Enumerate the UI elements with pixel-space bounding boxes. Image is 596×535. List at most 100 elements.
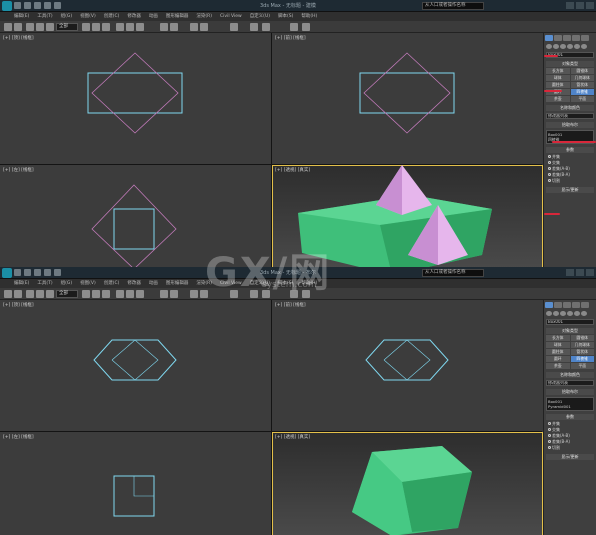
radio-icon[interactable] xyxy=(548,167,551,170)
link-icon[interactable] xyxy=(26,23,34,31)
menu-item[interactable]: Civil View xyxy=(220,12,242,21)
stack-item[interactable]: Pyramid001 xyxy=(548,404,592,409)
menu-item[interactable]: 创建(C) xyxy=(104,279,120,288)
modifier-list-dropdown[interactable]: 修改器列表 xyxy=(546,380,594,386)
hierarchy-tab-icon[interactable] xyxy=(563,35,571,41)
pick-boolean-header[interactable]: 拾取布尔 xyxy=(546,122,594,128)
select-by-name-icon[interactable] xyxy=(92,23,100,31)
align-icon[interactable] xyxy=(200,290,208,298)
app-logo-icon[interactable] xyxy=(2,268,12,278)
rect-select-icon[interactable] xyxy=(102,23,110,31)
pyramid-wireframe[interactable] xyxy=(91,52,179,134)
box-wireframe[interactable] xyxy=(87,72,183,114)
helpers-icon[interactable] xyxy=(574,44,580,49)
viewport-left[interactable]: [+] [左] [线框] xyxy=(0,432,271,535)
open-file-icon[interactable] xyxy=(24,2,31,9)
display-tab-icon[interactable] xyxy=(581,35,589,41)
pick-boolean-header[interactable]: 拾取布尔 xyxy=(546,389,594,395)
object-button[interactable]: 球体 xyxy=(546,342,570,348)
menu-item[interactable]: 动画 xyxy=(149,279,158,288)
scale-icon[interactable] xyxy=(136,23,144,31)
select-icon[interactable] xyxy=(82,23,90,31)
menu-item[interactable]: 编辑(E) xyxy=(14,279,29,288)
material-editor-icon[interactable] xyxy=(262,23,270,31)
scale-icon[interactable] xyxy=(136,290,144,298)
radio-icon[interactable] xyxy=(548,422,551,425)
move-icon[interactable] xyxy=(116,23,124,31)
bind-icon[interactable] xyxy=(46,290,54,298)
object-button[interactable]: 茶壶 xyxy=(546,96,570,102)
menu-item[interactable]: 组(G) xyxy=(61,279,73,288)
radio-icon[interactable] xyxy=(548,179,551,182)
maximize-icon[interactable] xyxy=(576,269,584,276)
maximize-icon[interactable] xyxy=(576,2,584,9)
object-button[interactable]: 圆锥体 xyxy=(570,68,594,74)
parameters-header[interactable]: 参数 xyxy=(546,147,594,153)
select-by-name-icon[interactable] xyxy=(92,290,100,298)
create-tab-icon[interactable] xyxy=(545,302,553,308)
create-tab-icon[interactable] xyxy=(545,35,553,41)
minimize-icon[interactable] xyxy=(566,269,574,276)
radio-icon[interactable] xyxy=(548,446,551,449)
redo-icon[interactable] xyxy=(54,2,61,9)
name-color-header[interactable]: 名称和颜色 xyxy=(546,105,594,111)
radio-option[interactable]: 切割 xyxy=(544,178,596,184)
menu-item[interactable]: Civil View xyxy=(220,279,242,288)
cameras-icon[interactable] xyxy=(567,311,573,316)
parameters-header[interactable]: 参数 xyxy=(546,414,594,420)
object-button[interactable]: 茶壶 xyxy=(546,363,570,369)
menu-item[interactable]: 视图(V) xyxy=(80,279,96,288)
mirror-icon[interactable] xyxy=(190,290,198,298)
close-icon[interactable] xyxy=(586,2,594,9)
render-setup-icon[interactable] xyxy=(290,23,298,31)
object-button[interactable]: 圆柱体 xyxy=(546,349,570,355)
pyramid-button[interactable]: 四棱锥 xyxy=(570,89,594,95)
undo-icon[interactable] xyxy=(4,23,12,31)
object-button[interactable]: 平面 xyxy=(570,96,594,102)
object-button[interactable]: 管状体 xyxy=(570,82,594,88)
box-wireframe[interactable] xyxy=(359,72,455,114)
snap-icon[interactable] xyxy=(160,23,168,31)
shapes-icon[interactable] xyxy=(553,44,559,49)
spacewarps-icon[interactable] xyxy=(581,311,587,316)
pyramid-wireframe[interactable] xyxy=(363,52,451,134)
menu-item[interactable]: 编辑(E) xyxy=(14,12,29,21)
viewport-perspective[interactable]: [+] [透视] [真实] xyxy=(272,432,543,535)
viewport-front[interactable]: [+] [前] [线框] xyxy=(272,300,543,431)
modify-tab-icon[interactable] xyxy=(554,35,562,41)
menu-item[interactable]: 修改器 xyxy=(127,279,141,288)
align-icon[interactable] xyxy=(200,23,208,31)
save-file-icon[interactable] xyxy=(34,2,41,9)
angle-snap-icon[interactable] xyxy=(170,290,178,298)
object-button[interactable]: 圆环 xyxy=(546,356,570,362)
geometry-icon[interactable] xyxy=(546,311,552,316)
rotate-icon[interactable] xyxy=(126,23,134,31)
angle-snap-icon[interactable] xyxy=(170,23,178,31)
layer-icon[interactable] xyxy=(230,290,238,298)
geometry-icon[interactable] xyxy=(546,44,552,49)
redo-icon[interactable] xyxy=(14,290,22,298)
undo-icon[interactable] xyxy=(44,269,51,276)
rotate-icon[interactable] xyxy=(126,290,134,298)
menu-item[interactable]: 图形编辑器 xyxy=(166,279,189,288)
select-icon[interactable] xyxy=(82,290,90,298)
viewport-top[interactable]: [+] [顶] [线框] xyxy=(0,33,271,164)
shapes-icon[interactable] xyxy=(553,311,559,316)
object-type-header[interactable]: 对象类型 xyxy=(546,328,594,334)
lights-icon[interactable] xyxy=(560,44,566,49)
move-icon[interactable] xyxy=(116,290,124,298)
object-type-header[interactable]: 对象类型 xyxy=(546,61,594,67)
curve-editor-icon[interactable] xyxy=(250,23,258,31)
curve-editor-icon[interactable] xyxy=(250,290,258,298)
material-editor-icon[interactable] xyxy=(262,290,270,298)
radio-icon[interactable] xyxy=(548,161,551,164)
snap-icon[interactable] xyxy=(160,290,168,298)
object-button[interactable]: 几何球体 xyxy=(570,342,594,348)
bind-icon[interactable] xyxy=(46,23,54,31)
boolean-result-wireframe[interactable] xyxy=(93,339,177,381)
radio-icon[interactable] xyxy=(548,434,551,437)
menu-item[interactable]: 渲染(R) xyxy=(196,12,212,21)
mirror-icon[interactable] xyxy=(190,23,198,31)
modifier-stack[interactable]: Box001 Pyramid001 xyxy=(546,397,594,411)
radio-icon[interactable] xyxy=(548,440,551,443)
